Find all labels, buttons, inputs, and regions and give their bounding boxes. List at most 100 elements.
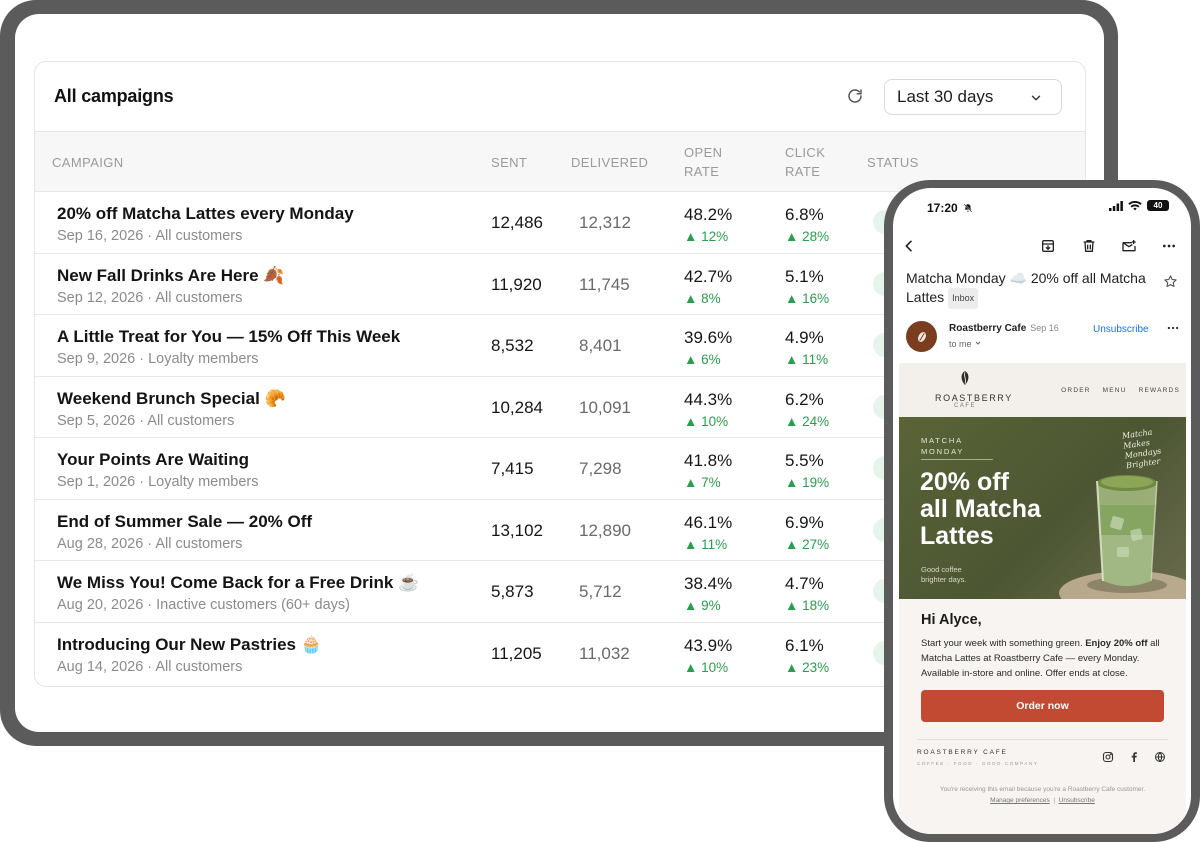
campaign-name[interactable]: New Fall Drinks Are Here 🍂 [57, 266, 284, 286]
delivered-count: 12,312 [579, 213, 631, 232]
click-rate: 6.1% [785, 635, 824, 655]
click-rate: 4.7% [785, 574, 824, 593]
col-click-rate-line2: RATE [785, 164, 821, 179]
sent-count: 5,873 [491, 582, 534, 601]
refresh-button[interactable] [845, 86, 865, 106]
click-rate: 5.1% [785, 266, 824, 286]
click-rate: 4.9% [785, 328, 824, 347]
hero-kicker: MATCHA MONDAY [921, 435, 964, 457]
status-time-text: 17:20 [927, 201, 958, 215]
sent-count: 10,284 [491, 397, 543, 417]
page-title: All campaigns [54, 86, 174, 106]
open-rate-delta: ▲ 11% [684, 536, 728, 552]
star-button[interactable] [1163, 274, 1178, 294]
hero-headline-line2: all Matcha [920, 495, 1041, 523]
campaign-name[interactable]: Weekend Brunch Special 🥐 [57, 389, 286, 409]
click-rate-delta: ▲ 11% [785, 352, 829, 367]
campaign-name[interactable]: Your Points Are Waiting [57, 450, 249, 470]
campaign-meta: Aug 14, 2026 · All customers [57, 658, 243, 675]
col-status[interactable]: STATUS [867, 153, 919, 172]
mail-icon [1122, 240, 1136, 252]
campaign-name[interactable]: A Little Treat for You — 15% Off This We… [57, 327, 400, 347]
date-range-value: Last 30 days [897, 87, 994, 106]
footer-divider [917, 739, 1168, 740]
email-greeting: Hi Alyce, [921, 612, 982, 628]
avatar[interactable] [906, 321, 937, 352]
campaign-meta: Sep 9, 2026 · Loyalty members [57, 351, 259, 367]
trash-icon [1083, 240, 1095, 252]
chevron-down-icon [1031, 95, 1041, 101]
email-subject: Matcha Monday ☁️ 20% off all Matcha Latt… [906, 269, 1156, 309]
open-rate-delta: ▲ 12% [684, 229, 729, 244]
manage-preferences-link[interactable]: Manage preferences [990, 797, 1050, 804]
coffee-bean-icon [917, 331, 926, 342]
col-click-rate-line1: CLICK [785, 145, 826, 160]
nav-menu[interactable]: MENU [1103, 387, 1127, 394]
brand-logo[interactable]: ROASTBERRY CAFE [935, 370, 1011, 409]
open-rate-delta: ▲ 6% [684, 352, 721, 367]
click-rate: 6.2% [785, 389, 824, 409]
click-rate-delta: ▲ 16% [785, 290, 830, 306]
campaign-name[interactable]: End of Summer Sale — 20% Off [57, 512, 312, 532]
nav-order[interactable]: ORDER [1061, 387, 1090, 394]
campaign-name[interactable]: Introducing Our New Pastries 🧁 [57, 635, 322, 655]
instagram-link[interactable] [1101, 750, 1115, 764]
click-rate-delta: ▲ 19% [785, 475, 830, 490]
signal-icon [1109, 200, 1123, 211]
date-range-select[interactable]: Last 30 days [884, 79, 1062, 115]
footer-brand: ROASTBERRY CAFE [917, 749, 1008, 756]
website-link[interactable] [1153, 750, 1167, 764]
archive-button[interactable] [1038, 236, 1058, 256]
open-rate-delta: ▲ 10% [684, 659, 729, 675]
sent-count: 8,532 [491, 336, 534, 355]
more-horizontal-icon [1163, 244, 1175, 248]
hero-subtext-line1: Good coffee [921, 565, 962, 574]
brand-sub: CAFE [953, 403, 976, 409]
hero-banner[interactable]: MATCHA MONDAY 20% off all Matcha Lattes … [899, 417, 1186, 599]
delivered-count: 5,712 [579, 582, 622, 601]
open-rate: 43.9% [684, 635, 733, 655]
open-rate: 39.6% [684, 328, 733, 347]
unsubscribe-link[interactable]: Unsubscribe [1093, 324, 1149, 335]
inbox-label[interactable]: Inbox [948, 288, 979, 309]
open-rate-delta: ▲ 10% [684, 413, 729, 429]
mark-unread-button[interactable] [1119, 236, 1139, 256]
campaign-name[interactable]: 20% off Matcha Lattes every Monday [57, 204, 354, 224]
recipient-toggle[interactable]: to me [949, 339, 982, 349]
footer-tagline: COFFEE · FOOD · GOOD COMPANY [917, 761, 1039, 766]
back-button[interactable] [899, 236, 919, 256]
nav-rewards[interactable]: REWARDS [1139, 387, 1180, 394]
click-rate-delta: ▲ 24% [785, 413, 830, 429]
order-now-button[interactable]: Order now [921, 690, 1164, 722]
facebook-link[interactable] [1127, 750, 1141, 764]
open-rate-delta: ▲ 9% [684, 598, 721, 613]
hero-subtext: Good coffee brighter days. [921, 565, 966, 585]
open-rate-delta: ▲ 8% [684, 290, 721, 306]
col-campaign[interactable]: CAMPAIGN [52, 153, 124, 172]
click-rate-delta: ▲ 18% [785, 598, 830, 613]
col-delivered[interactable]: DELIVERED [571, 153, 648, 172]
col-click-rate[interactable]: CLICK RATE [785, 143, 825, 181]
delivered-count: 8,401 [579, 336, 622, 355]
sender-more-button[interactable] [1166, 321, 1180, 340]
coffee-bean-icon [961, 371, 969, 385]
open-rate: 42.7% [684, 266, 733, 286]
instagram-icon [1102, 751, 1114, 763]
click-rate: 5.5% [785, 451, 824, 470]
more-button[interactable] [1159, 236, 1179, 256]
delete-button[interactable] [1079, 236, 1099, 256]
email-legal: You're receiving this email because you'… [899, 784, 1186, 806]
status-time: 17:20 [927, 201, 973, 215]
delivered-count: 10,091 [579, 397, 631, 417]
col-sent[interactable]: SENT [491, 153, 527, 172]
sender-name-text: Roastberry Cafe [949, 323, 1027, 334]
email-legal-text: You're receiving this email because you'… [939, 786, 1146, 793]
campaign-name[interactable]: We Miss You! Come Back for a Free Drink … [57, 573, 419, 593]
footer-unsubscribe-link[interactable]: Unsubscribe [1059, 797, 1095, 804]
col-open-rate[interactable]: OPEN RATE [684, 143, 722, 181]
sent-count: 11,920 [491, 274, 542, 294]
status-icons: 40 [1109, 200, 1169, 211]
hero-headline-line1: 20% off [920, 468, 1009, 496]
chevron-down-icon [975, 341, 981, 345]
chevron-left-icon [905, 240, 912, 252]
